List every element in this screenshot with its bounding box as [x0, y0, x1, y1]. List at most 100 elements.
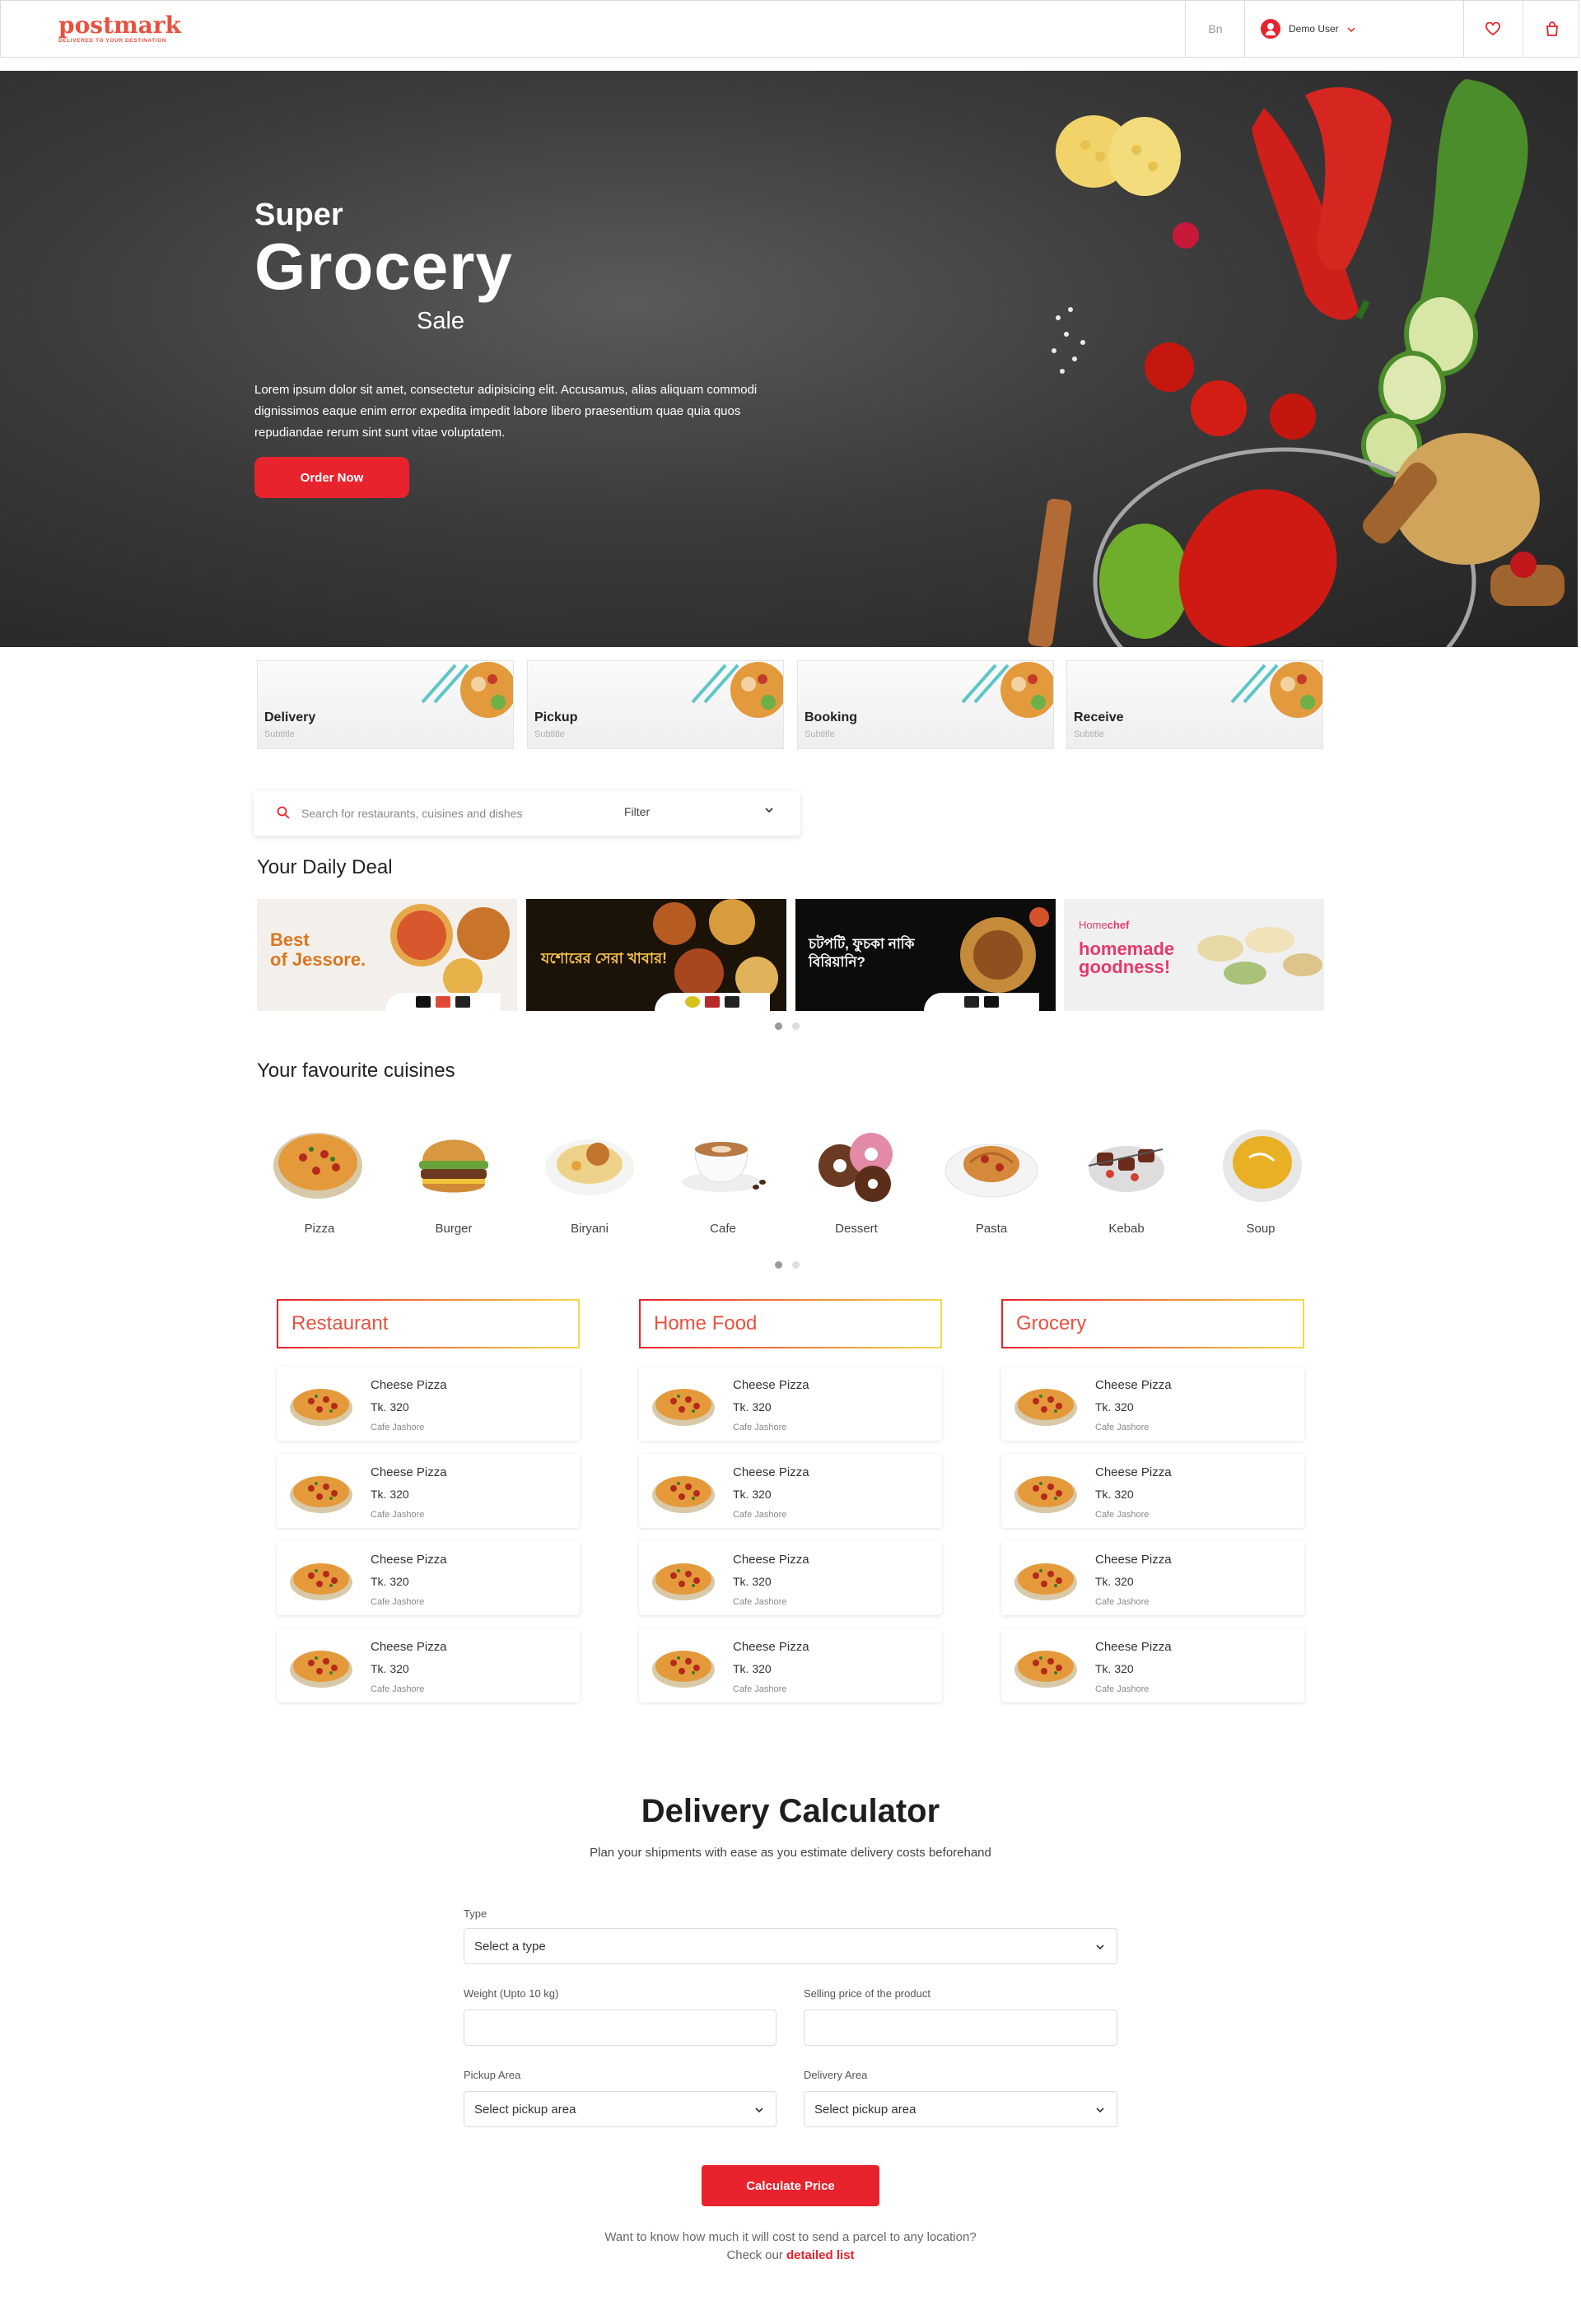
deal-banner-text: Best of Jessore. [270, 930, 366, 970]
product-card[interactable]: Cheese Pizza Tk. 320 Cafe Jashore [1001, 1367, 1304, 1441]
cuisine-label: Soup [1246, 1222, 1276, 1236]
cuisine-label: Burger [435, 1222, 473, 1236]
deal-banner-1[interactable]: Best of Jessore. [257, 899, 517, 1011]
pickup-area-select[interactable]: Select pickup area [464, 2091, 777, 2127]
product-price: Tk. 320 [733, 1488, 772, 1501]
pizza-thumbnail [652, 1651, 715, 1688]
product-price: Tk. 320 [371, 1488, 409, 1501]
deal-banner-4[interactable]: Homechef homemade goodness! [1064, 899, 1324, 1011]
deal-banner-2[interactable]: যশোরের সেরা খাবার! [526, 899, 786, 1011]
search-input[interactable] [301, 805, 548, 822]
product-card[interactable]: Cheese Pizza Tk. 320 Cafe Jashore [1001, 1454, 1304, 1528]
service-title: Delivery [264, 710, 316, 724]
deal-banner-text: চটপটি, ফুচকা নাকি বিরিয়ানি? [809, 935, 915, 971]
hero-description: Lorem ipsum dolor sit amet, consectetur … [254, 383, 758, 440]
product-card[interactable]: Cheese Pizza Tk. 320 Cafe Jashore [277, 1541, 580, 1615]
type-label: Type [464, 1907, 487, 1920]
shopping-bag-icon [1546, 21, 1558, 36]
deal-partner-logos [385, 993, 501, 1011]
carousel-dot[interactable] [775, 1261, 782, 1269]
header-divider [1185, 1, 1186, 57]
detailed-list-link[interactable]: detailed list [786, 2248, 855, 2262]
pizza-image [273, 1133, 362, 1199]
service-card-booking[interactable]: Booking Subtitle [797, 660, 1054, 749]
product-card[interactable]: Cheese Pizza Tk. 320 Cafe Jashore [639, 1454, 942, 1528]
order-now-button[interactable]: Order Now [254, 457, 409, 498]
food-bowl-icon [691, 662, 783, 718]
service-card-receive[interactable]: Receive Subtitle [1066, 660, 1323, 749]
chevron-down-icon [1096, 2107, 1104, 2113]
selling-price-field[interactable] [804, 2010, 1117, 2046]
cuisine-pizza[interactable]: Pizza [270, 1116, 369, 1236]
deal-partner-logos [655, 993, 770, 1011]
product-price: Tk. 320 [733, 1662, 772, 1675]
service-card-pickup[interactable]: Pickup Subtitle [527, 660, 784, 749]
user-menu[interactable]: Demo User [1261, 19, 1355, 39]
vegetables-image [1028, 79, 1565, 647]
deal-partner-logos [924, 993, 1039, 1011]
delivery-area-value: Select pickup area [814, 2103, 916, 2117]
weight-input[interactable] [464, 2010, 776, 2045]
pasta-image [944, 1143, 1038, 1198]
cuisine-cafe[interactable]: Cafe [674, 1116, 772, 1236]
logo[interactable]: postmark DELIVERED TO YOUR DESTINATION [58, 14, 181, 44]
service-subtitle: Subtitle [264, 729, 295, 739]
cuisine-carousel-dots [775, 1261, 800, 1269]
product-card[interactable]: Cheese Pizza Tk. 320 Cafe Jashore [1001, 1628, 1304, 1702]
home-food-section-title[interactable]: Home Food [639, 1299, 942, 1348]
product-price: Tk. 320 [371, 1400, 409, 1413]
cuisine-soup[interactable]: Soup [1211, 1116, 1310, 1236]
product-name: Cheese Pizza [733, 1553, 809, 1567]
cuisine-dessert[interactable]: Dessert [807, 1116, 906, 1236]
pizza-thumbnail [652, 1389, 715, 1426]
language-switch[interactable]: Bn [1187, 1, 1244, 57]
deal-banner-3[interactable]: চটপটি, ফুচকা নাকি বিরিয়ানি? [795, 899, 1056, 1011]
carousel-dot[interactable] [792, 1261, 800, 1269]
top-header: postmark DELIVERED TO YOUR DESTINATION B… [0, 0, 1579, 58]
product-card[interactable]: Cheese Pizza Tk. 320 Cafe Jashore [639, 1628, 942, 1702]
product-card[interactable]: Cheese Pizza Tk. 320 Cafe Jashore [1001, 1541, 1304, 1615]
deal-banner-text: homemade goodness! [1079, 940, 1174, 976]
service-subtitle: Subtitle [804, 729, 835, 739]
product-card[interactable]: Cheese Pizza Tk. 320 Cafe Jashore [277, 1454, 580, 1528]
food-bowl-icon [1230, 662, 1322, 718]
header-divider [1244, 1, 1245, 57]
chevron-down-icon[interactable] [764, 805, 774, 815]
selling-price-label: Selling price of the product [804, 1987, 930, 2000]
product-price: Tk. 320 [1095, 1488, 1134, 1501]
cuisine-biryani[interactable]: Biryani [540, 1116, 639, 1236]
cuisine-label: Pasta [975, 1222, 1008, 1236]
pickup-area-value: Select pickup area [474, 2103, 576, 2117]
chevron-down-icon [755, 2107, 763, 2113]
burger-image [419, 1139, 488, 1193]
wishlist-button[interactable] [1464, 1, 1522, 57]
product-price: Tk. 320 [733, 1575, 772, 1588]
restaurant-section-title[interactable]: Restaurant [277, 1299, 580, 1348]
calculator-subtitle: Plan your shipments with ease as you est… [590, 1846, 991, 1860]
product-name: Cheese Pizza [733, 1465, 809, 1479]
delivery-area-select[interactable]: Select pickup area [804, 2091, 1117, 2127]
service-card-delivery[interactable]: Delivery Subtitle [257, 660, 514, 749]
filter-dropdown[interactable]: Filter [624, 805, 650, 818]
carousel-dot[interactable] [792, 1022, 800, 1030]
user-icon [1261, 19, 1280, 39]
cuisine-kebab[interactable]: Kebab [1077, 1116, 1176, 1236]
product-card[interactable]: Cheese Pizza Tk. 320 Cafe Jashore [277, 1628, 580, 1702]
cart-button[interactable] [1523, 1, 1581, 57]
product-card[interactable]: Cheese Pizza Tk. 320 Cafe Jashore [277, 1367, 580, 1441]
cuisine-burger[interactable]: Burger [404, 1116, 503, 1236]
calculator-note: Want to know how much it will cost to se… [0, 2229, 1581, 2265]
product-price: Tk. 320 [733, 1400, 772, 1413]
selling-price-input[interactable] [804, 2010, 1117, 2045]
search-icon [277, 806, 290, 819]
type-select[interactable]: Select a type [464, 1928, 1117, 1964]
carousel-dot[interactable] [775, 1022, 782, 1030]
weight-field[interactable] [464, 2010, 777, 2046]
calculate-price-button[interactable]: Calculate Price [702, 2165, 879, 2206]
product-card[interactable]: Cheese Pizza Tk. 320 Cafe Jashore [639, 1541, 942, 1615]
weight-label: Weight (Upto 10 kg) [464, 1987, 559, 2000]
product-card[interactable]: Cheese Pizza Tk. 320 Cafe Jashore [639, 1367, 942, 1441]
cuisine-pasta[interactable]: Pasta [942, 1116, 1041, 1236]
deal-brand-part: chef [1107, 919, 1130, 931]
grocery-section-title[interactable]: Grocery [1001, 1299, 1304, 1348]
